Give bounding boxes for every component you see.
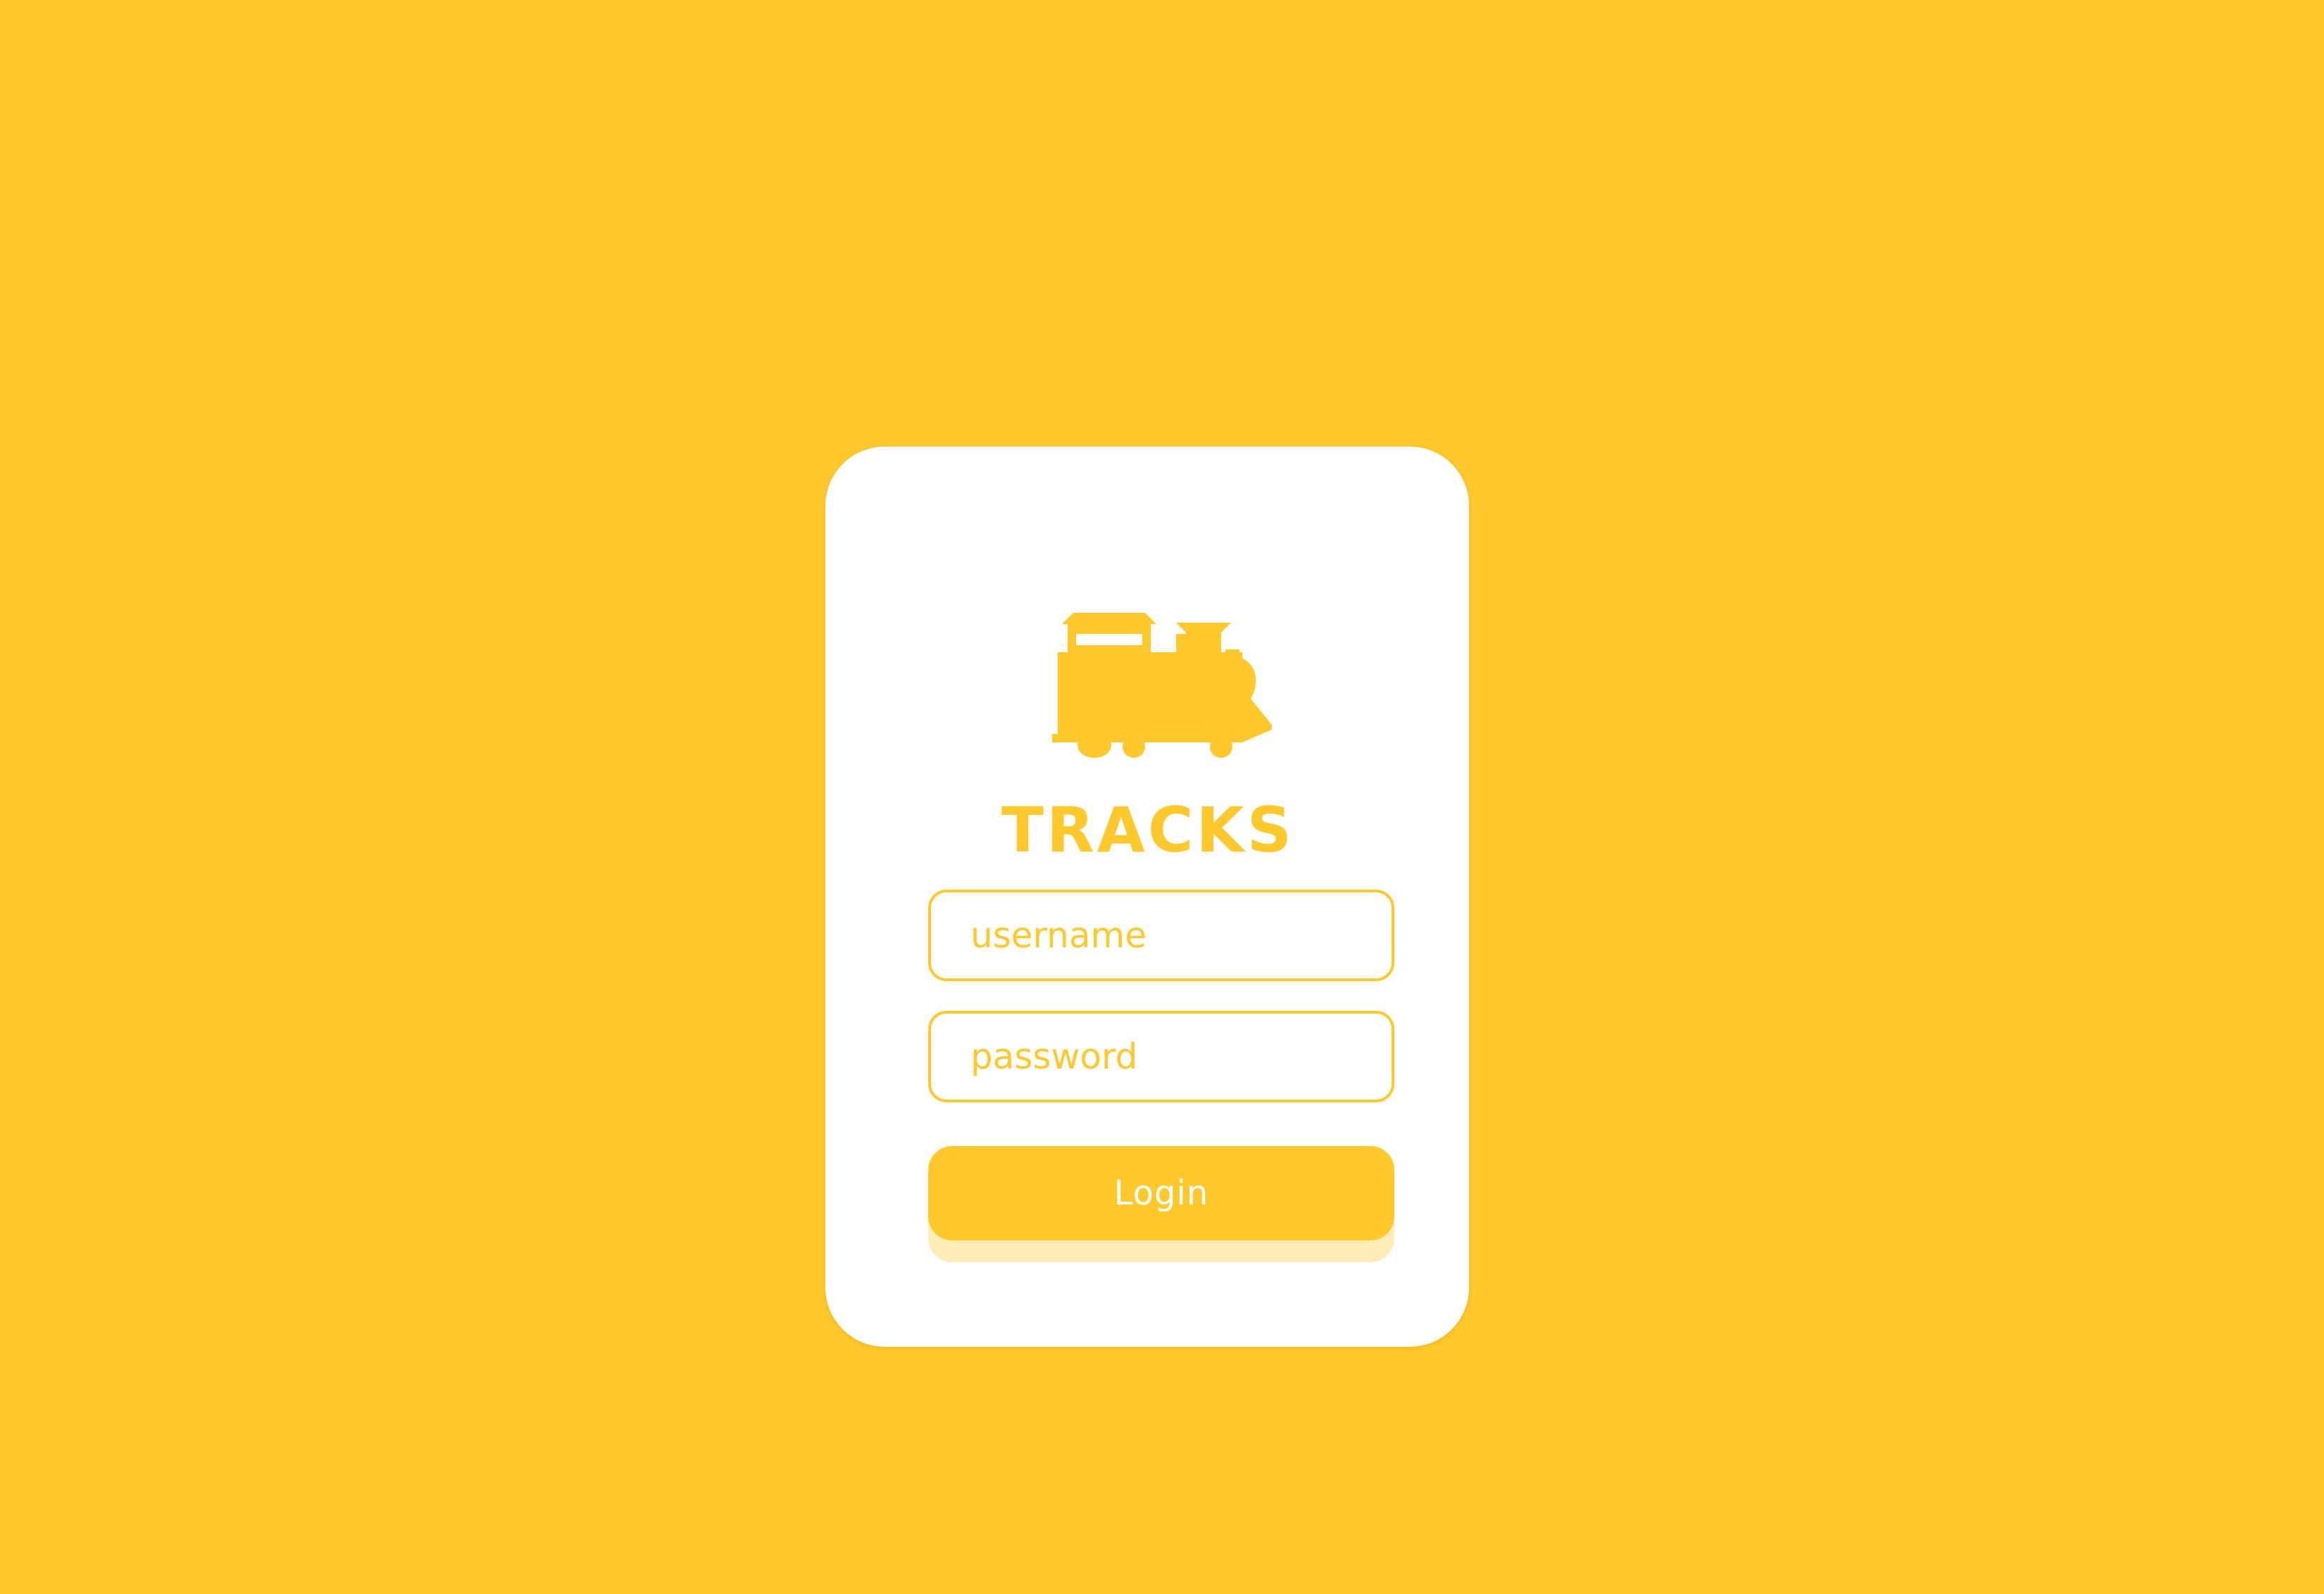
train-icon <box>1052 604 1272 764</box>
app-title: TRACKS <box>1001 794 1295 866</box>
username-field[interactable] <box>928 890 1394 981</box>
password-input[interactable] <box>931 1014 1392 1100</box>
password-field[interactable] <box>928 1011 1394 1102</box>
username-input[interactable] <box>931 892 1392 978</box>
login-button[interactable]: Login <box>928 1146 1394 1240</box>
login-page: TRACKS Login <box>0 0 2324 1594</box>
